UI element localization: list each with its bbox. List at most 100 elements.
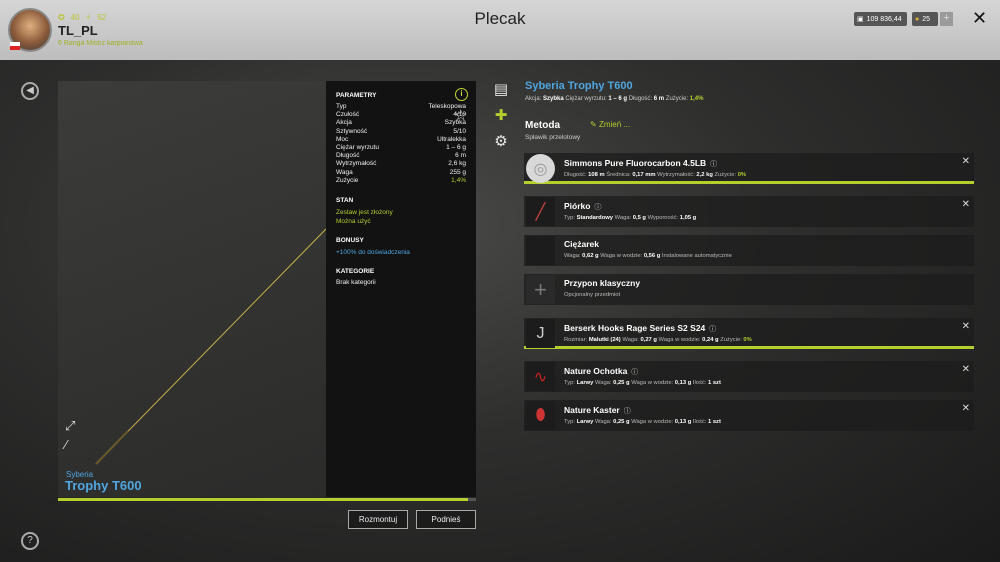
- slot-details: Typ: Larwy Waga: 0,25 g Waga w wodzie: 0…: [564, 419, 721, 425]
- parameters-heading: PARAMETRY: [336, 92, 377, 99]
- info-icon[interactable]: ⓘ: [624, 408, 631, 415]
- info-icon[interactable]: ⓘ: [594, 204, 601, 211]
- equipment-slot[interactable]: + Przypon klasyczny Opcjonalny przedmiot: [524, 274, 974, 305]
- money-badge: ▣ 109 836,44: [854, 12, 907, 26]
- param-label: Długość: [336, 152, 360, 160]
- edit-icon: ✎: [590, 120, 599, 129]
- slot-detail-value: 1 szt: [708, 419, 721, 425]
- equipment-slot[interactable]: ⬮ Nature Kaster ⓘ Typ: Larwy Waga: 0,25 g W…: [524, 400, 974, 431]
- slot-detail-label: Waga:: [614, 215, 633, 221]
- param-value: 2,6 kg: [448, 160, 466, 168]
- slot-detail-label: Zużycie:: [720, 337, 744, 343]
- expand-icon[interactable]: ⤢: [65, 418, 75, 434]
- slot-detail-value: 1 szt: [708, 380, 721, 386]
- info-icon[interactable]: ⓘ: [631, 369, 638, 376]
- top-bar: ✪ 40 ⚡ 52 TL_PL 6 Ranga Mistrz karpiarstwa…: [0, 0, 1000, 60]
- slot-name: Nature Ochotka: [564, 366, 628, 376]
- plus-icon: +: [526, 275, 555, 304]
- remove-item-button[interactable]: ✕: [962, 321, 970, 332]
- remove-item-button[interactable]: ✕: [962, 403, 970, 414]
- slot-title: Ciężarek: [564, 239, 599, 249]
- info-icon[interactable]: ⓘ: [710, 161, 717, 168]
- slot-details: Typ: Larwy Waga: 0,25 g Waga w wodzie: 0…: [564, 380, 721, 386]
- slot-detail-value: Larwy: [576, 380, 594, 386]
- stan-usable: Można użyć: [336, 218, 371, 226]
- kategorie-heading: KATEGORIE: [336, 268, 375, 276]
- slot-title: Berserk Hooks Rage Series S2 S24 ⓘ: [564, 323, 716, 334]
- money-value: 109 836,44: [866, 15, 902, 23]
- equipment-slot[interactable]: ╱ Piórko ⓘ Typ: Standardowy Waga: 0,5 g Wyp…: [524, 196, 974, 227]
- close-button[interactable]: ✕: [972, 8, 987, 29]
- document-icon[interactable]: ▤: [490, 80, 512, 106]
- slot-detail-value: 0%: [743, 337, 752, 343]
- slot-detail-label: Waga:: [594, 380, 614, 386]
- remove-item-button[interactable]: ✕: [962, 156, 970, 167]
- equipment-slot[interactable]: ∿ Nature Ochotka ⓘ Typ: Larwy Waga: 0,25 g …: [524, 361, 974, 392]
- durability-bar: [58, 498, 476, 501]
- float-icon: ╱: [526, 197, 555, 226]
- slot-details: Długość: 108 m Średnica: 0,17 mm Wytrzym…: [564, 172, 746, 178]
- gold-badge: ● 25: [912, 12, 938, 26]
- rod-stat-label: Ciężar wyrzutu:: [565, 96, 609, 102]
- equipment-slot[interactable]: Ciężarek Waga: 0,62 g Waga w wodzie: 0,56…: [524, 235, 974, 266]
- slot-detail-label: Waga w wodzie:: [631, 419, 675, 425]
- help-button[interactable]: ?: [21, 532, 39, 550]
- hook-icon: J: [526, 319, 555, 348]
- slot-title: Simmons Pure Fluorocarbon 4.5LB ⓘ: [564, 158, 717, 169]
- line-spool-icon: ◎: [526, 154, 555, 183]
- slot-detail-value: 0,24 g: [702, 337, 719, 343]
- back-button[interactable]: ◀: [21, 82, 39, 100]
- equipment-slot[interactable]: J Berserk Hooks Rage Series S2 S24 ⓘ Rozmia…: [524, 318, 974, 349]
- slot-detail-value: 0,56 g: [643, 253, 661, 259]
- rod-stat-value: 1,4%: [689, 96, 704, 102]
- stan-heading: STAN: [336, 197, 354, 205]
- gear-icon[interactable]: ⚙: [490, 132, 512, 158]
- param-row: Akcja Szybka: [336, 119, 466, 127]
- stan-assembled: Zestaw jest złożony: [336, 209, 393, 217]
- page-title: Plecak: [474, 9, 526, 28]
- equipment-slot[interactable]: ◎ Simmons Pure Fluorocarbon 4.5LB ⓘ Długość…: [524, 153, 974, 184]
- slot-title: Nature Kaster ⓘ: [564, 405, 631, 416]
- slot-detail-label: Długość:: [564, 172, 589, 178]
- slot-detail-label: Waga w wodzie:: [631, 380, 675, 386]
- star-icon[interactable]: ☆: [454, 106, 467, 124]
- puzzle-icon[interactable]: ✚: [490, 106, 512, 132]
- slot-detail-label: Typ:: [564, 215, 577, 221]
- slot-detail-label: Instalowane automatycznie: [661, 253, 732, 259]
- param-value: 1,4%: [451, 176, 466, 184]
- slot-detail-value: Larwy: [576, 419, 594, 425]
- remove-item-button[interactable]: ✕: [962, 364, 970, 375]
- add-gold-button[interactable]: +: [940, 12, 953, 26]
- param-value: 6 m: [455, 152, 466, 160]
- slot-detail-label: Opcjonalny przedmiot: [564, 292, 621, 298]
- slot-detail-value: 0,25 g: [613, 380, 630, 386]
- slot-detail-value: 1,05 g: [679, 215, 697, 221]
- slot-detail-label: Waga:: [564, 253, 583, 259]
- param-row: Waga 255 g: [336, 169, 466, 177]
- rod-preview[interactable]: ⤢ ⁄ Syberia Trophy T600: [58, 81, 326, 497]
- arrow-left-icon: ◀: [26, 85, 34, 96]
- caster-icon: ⬮: [526, 401, 555, 430]
- info-icon[interactable]: ⓘ: [709, 326, 716, 333]
- gold-icon: ●: [915, 15, 920, 23]
- param-label: Akcja: [336, 119, 352, 127]
- info-icon[interactable]: i: [455, 88, 468, 101]
- slot-name: Ciężarek: [564, 239, 599, 249]
- param-row: Wytrzymałość 2,6 kg: [336, 160, 466, 168]
- bonus-heading: BONUSY: [336, 237, 364, 245]
- param-row: Ciężar wyrzutu 1 – 6 g: [336, 144, 466, 152]
- flag-icon: [10, 42, 20, 50]
- slot-detail-label: Waga w wodzie:: [658, 337, 703, 343]
- rod-model: Trophy T600: [65, 478, 142, 493]
- slot-name: Przypon klasyczny: [564, 278, 641, 288]
- param-label: Typ: [336, 103, 347, 110]
- change-method-button[interactable]: ✎ Zmień ...: [590, 120, 630, 129]
- slot-detail-label: Wytrzymałość:: [657, 172, 697, 178]
- rod-stat-label: Długość:: [628, 96, 654, 102]
- rod-icon[interactable]: ⁄: [65, 437, 67, 452]
- remove-item-button[interactable]: ✕: [962, 199, 970, 210]
- slot-detail-label: Zużycie:: [714, 172, 738, 178]
- pickup-button[interactable]: Podnieś: [416, 510, 476, 529]
- disassemble-button[interactable]: Rozmontuj: [348, 510, 408, 529]
- parameters-list: Typ Teleskopowa Czułość 4/10 Akcja Szybka Szty…: [336, 103, 466, 185]
